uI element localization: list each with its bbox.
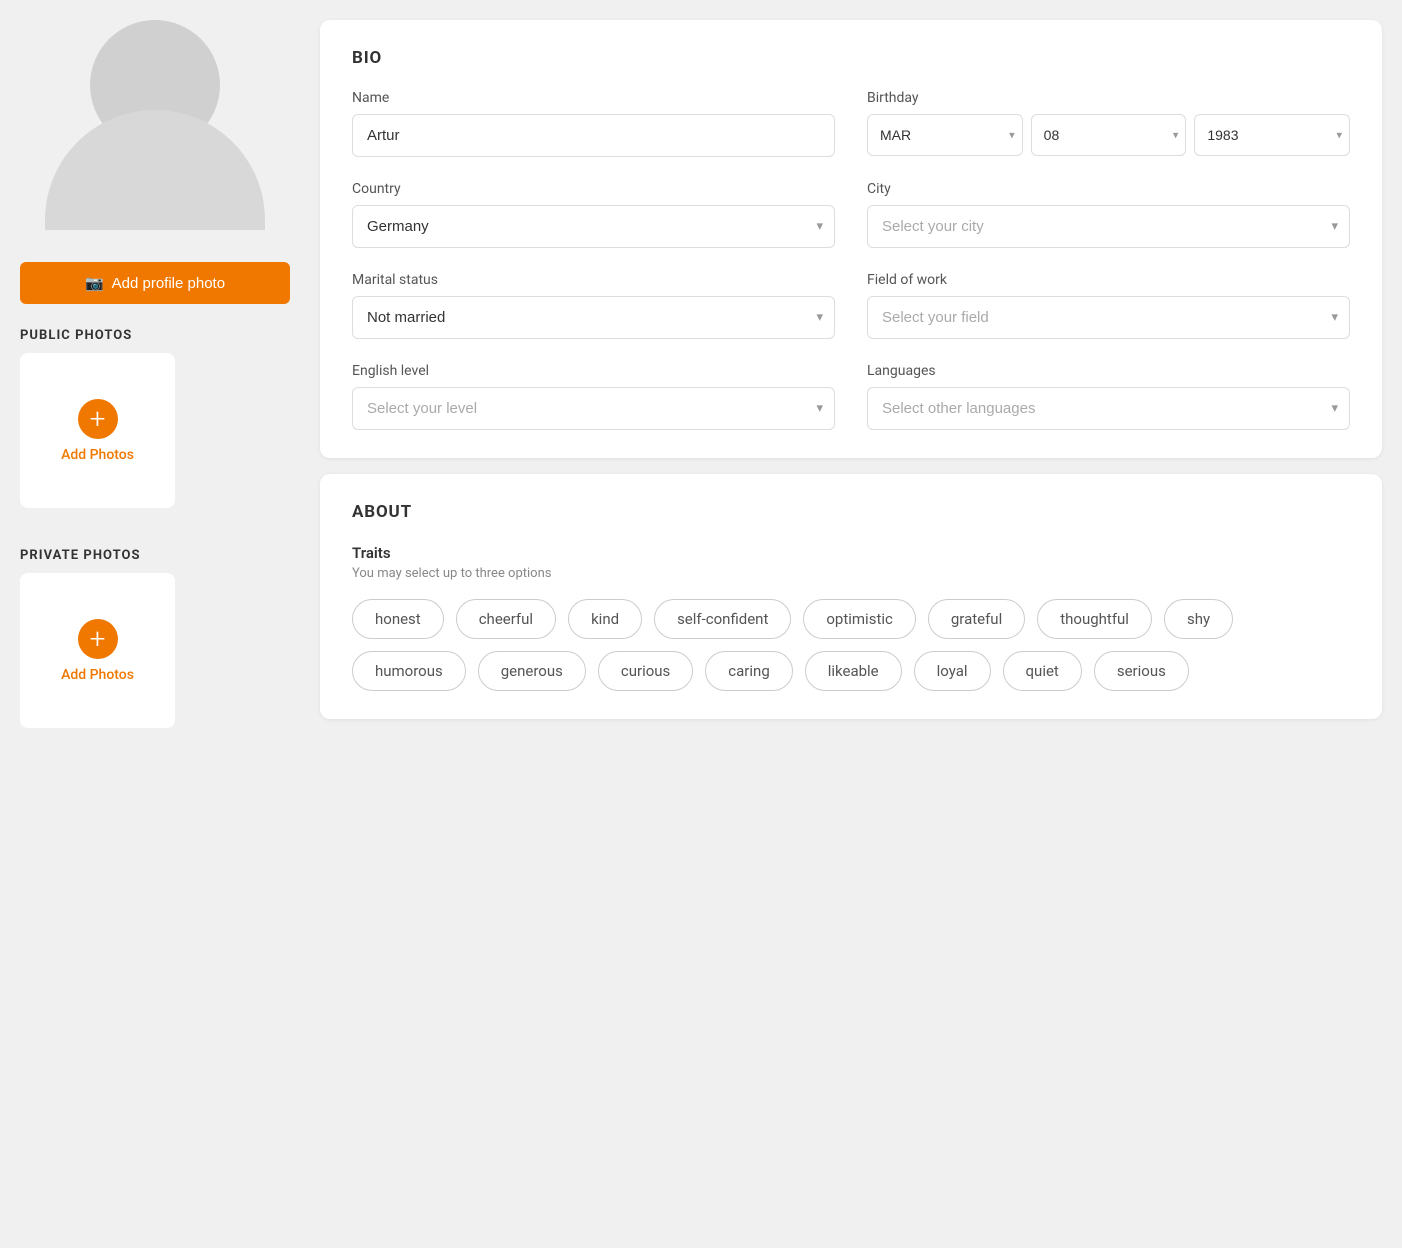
marital-group: Marital status Not married ▾ [352, 272, 835, 339]
languages-label: Languages [867, 363, 1350, 379]
birthday-year-select[interactable]: 1983 [1194, 114, 1350, 156]
english-select[interactable]: Select your level [352, 387, 835, 430]
bio-card: BIO Name Birthday MAR JANFEBAPR MAYJUNJU [320, 20, 1382, 458]
trait-pill-self-confident[interactable]: self-confident [654, 599, 791, 639]
languages-group: Languages Select other languages ▾ [867, 363, 1350, 430]
trait-pill-grateful[interactable]: grateful [928, 599, 1025, 639]
about-card: ABOUT Traits You may select up to three … [320, 474, 1382, 719]
add-private-photos-label: Add Photos [61, 667, 134, 683]
add-public-photos-label: Add Photos [61, 447, 134, 463]
main-content: BIO Name Birthday MAR JANFEBAPR MAYJUNJU [310, 0, 1402, 1248]
trait-pill-serious[interactable]: serious [1094, 651, 1189, 691]
trait-pill-generous[interactable]: generous [478, 651, 586, 691]
city-label: City [867, 181, 1350, 197]
birthday-selects: MAR JANFEBAPR MAYJUNJUL AUGSEPOCT NOVDEC… [867, 114, 1350, 156]
avatar-body [45, 110, 265, 230]
city-select[interactable]: Select your city [867, 205, 1350, 248]
birthday-month-wrap: MAR JANFEBAPR MAYJUNJUL AUGSEPOCT NOVDEC… [867, 114, 1023, 156]
trait-pill-caring[interactable]: caring [705, 651, 792, 691]
trait-pill-humorous[interactable]: humorous [352, 651, 466, 691]
country-select-wrapper: Germany ▾ [352, 205, 835, 248]
trait-pill-cheerful[interactable]: cheerful [456, 599, 556, 639]
languages-select-wrapper: Select other languages ▾ [867, 387, 1350, 430]
bio-title: BIO [352, 48, 1350, 68]
trait-pill-likeable[interactable]: likeable [805, 651, 902, 691]
city-group: City Select your city ▾ [867, 181, 1350, 248]
add-profile-photo-button[interactable]: 📷 Add profile photo [20, 262, 290, 304]
english-languages-row: English level Select your level ▾ Langua… [352, 363, 1350, 430]
add-public-photo-box[interactable]: + Add Photos [20, 353, 175, 508]
birthday-day-select[interactable]: 08 [1031, 114, 1187, 156]
add-photo-label: Add profile photo [112, 275, 225, 292]
birthday-label: Birthday [867, 90, 1350, 106]
birthday-year-wrap: 1983 ▾ [1194, 114, 1350, 156]
field-group: Field of work Select your field ▾ [867, 272, 1350, 339]
marital-select-wrapper: Not married ▾ [352, 296, 835, 339]
avatar-area [20, 20, 290, 230]
marital-select[interactable]: Not married [352, 296, 835, 339]
country-group: Country Germany ▾ [352, 181, 835, 248]
country-select[interactable]: Germany [352, 205, 835, 248]
traits-label: Traits [352, 544, 1350, 562]
country-label: Country [352, 181, 835, 197]
english-select-wrapper: Select your level ▾ [352, 387, 835, 430]
trait-pill-honest[interactable]: honest [352, 599, 444, 639]
field-select-wrapper: Select your field ▾ [867, 296, 1350, 339]
marital-field-row: Marital status Not married ▾ Field of wo… [352, 272, 1350, 339]
private-photos-label: PRIVATE PHOTOS [20, 548, 141, 563]
about-title: ABOUT [352, 502, 1350, 522]
camera-icon: 📷 [85, 274, 104, 292]
trait-pill-thoughtful[interactable]: thoughtful [1037, 599, 1152, 639]
sidebar: 📷 Add profile photo PUBLIC PHOTOS + Add … [0, 0, 310, 1248]
public-photos-section: PUBLIC PHOTOS + Add Photos [20, 328, 290, 532]
field-select[interactable]: Select your field [867, 296, 1350, 339]
field-label: Field of work [867, 272, 1350, 288]
trait-pill-optimistic[interactable]: optimistic [803, 599, 915, 639]
trait-pill-shy[interactable]: shy [1164, 599, 1233, 639]
traits-subtitle: You may select up to three options [352, 566, 1350, 581]
trait-pill-kind[interactable]: kind [568, 599, 642, 639]
name-group: Name [352, 90, 835, 157]
birthday-day-wrap: 08 ▾ [1031, 114, 1187, 156]
name-input[interactable] [352, 114, 835, 157]
trait-pill-curious[interactable]: curious [598, 651, 693, 691]
trait-pill-loyal[interactable]: loyal [914, 651, 991, 691]
name-birthday-row: Name Birthday MAR JANFEBAPR MAYJUNJUL AU… [352, 90, 1350, 157]
add-public-plus-icon: + [78, 399, 118, 439]
add-private-plus-icon: + [78, 619, 118, 659]
trait-pill-quiet[interactable]: quiet [1003, 651, 1082, 691]
country-city-row: Country Germany ▾ City Select your city [352, 181, 1350, 248]
languages-select[interactable]: Select other languages [867, 387, 1350, 430]
traits-grid: honest cheerful kind self-confident optimist… [352, 599, 1350, 691]
english-label: English level [352, 363, 835, 379]
add-private-photo-box[interactable]: + Add Photos [20, 573, 175, 728]
english-group: English level Select your level ▾ [352, 363, 835, 430]
birthday-month-select[interactable]: MAR JANFEBAPR MAYJUNJUL AUGSEPOCT NOVDEC [867, 114, 1023, 156]
public-photos-label: PUBLIC PHOTOS [20, 328, 132, 343]
name-label: Name [352, 90, 835, 106]
marital-label: Marital status [352, 272, 835, 288]
city-select-wrapper: Select your city ▾ [867, 205, 1350, 248]
birthday-group: Birthday MAR JANFEBAPR MAYJUNJUL AUGSEPO… [867, 90, 1350, 157]
private-photos-section: PRIVATE PHOTOS + Add Photos [20, 548, 290, 752]
